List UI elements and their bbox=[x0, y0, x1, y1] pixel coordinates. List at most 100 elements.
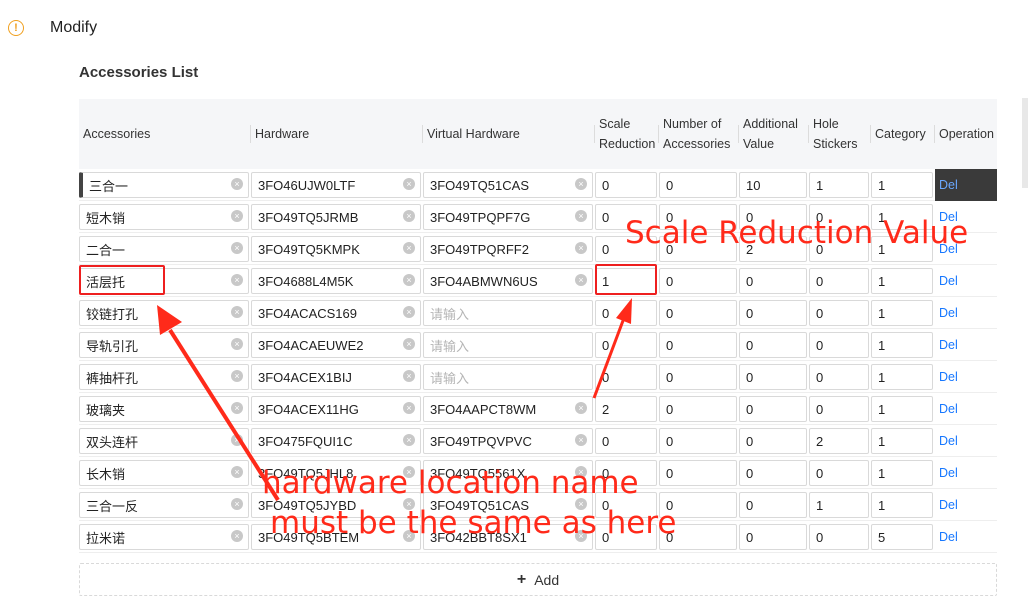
delete-link[interactable]: Del bbox=[935, 265, 997, 297]
accessories-input[interactable]: 长木销 bbox=[79, 460, 249, 486]
accessories-input[interactable]: 短木销 bbox=[79, 204, 249, 230]
delete-link[interactable]: Del bbox=[935, 297, 997, 329]
accessories-input[interactable]: 二合一 bbox=[79, 236, 249, 262]
clear-icon[interactable]: × bbox=[575, 210, 587, 222]
clear-icon[interactable]: × bbox=[575, 434, 587, 446]
clear-icon[interactable]: × bbox=[231, 402, 243, 414]
category-input[interactable]: 1 bbox=[871, 172, 933, 198]
category-input[interactable]: 1 bbox=[871, 460, 933, 486]
additional-input[interactable]: 0 bbox=[739, 332, 807, 358]
delete-link[interactable]: Del bbox=[935, 361, 997, 393]
virtual-input[interactable]: 3FO49TPQRFF2 bbox=[423, 236, 593, 262]
hole-input[interactable]: 0 bbox=[809, 364, 869, 390]
clear-icon[interactable]: × bbox=[231, 306, 243, 318]
virtual-input[interactable]: 3FO49TPQVPVC bbox=[423, 428, 593, 454]
clear-icon[interactable]: × bbox=[403, 306, 415, 318]
clear-icon[interactable]: × bbox=[231, 466, 243, 478]
accessories-input[interactable]: 玻璃夹 bbox=[79, 396, 249, 422]
clear-icon[interactable]: × bbox=[231, 178, 243, 190]
add-button[interactable]: + Add bbox=[79, 563, 997, 596]
additional-input[interactable]: 0 bbox=[739, 268, 807, 294]
hardware-input[interactable]: 3FO4ACACS169 bbox=[251, 300, 421, 326]
clear-icon[interactable]: × bbox=[575, 178, 587, 190]
virtual-input[interactable]: 请输入 bbox=[423, 364, 593, 390]
additional-input[interactable]: 0 bbox=[739, 460, 807, 486]
category-input[interactable]: 1 bbox=[871, 268, 933, 294]
hardware-input[interactable]: 3FO475FQUI1C bbox=[251, 428, 421, 454]
clear-icon[interactable]: × bbox=[403, 178, 415, 190]
hole-input[interactable]: 0 bbox=[809, 460, 869, 486]
hole-input[interactable]: 0 bbox=[809, 332, 869, 358]
additional-input[interactable]: 0 bbox=[739, 396, 807, 422]
hole-input[interactable]: 1 bbox=[809, 172, 869, 198]
delete-link[interactable]: Del bbox=[935, 169, 997, 201]
scale-input[interactable]: 0 bbox=[595, 364, 657, 390]
hole-input[interactable]: 2 bbox=[809, 428, 869, 454]
clear-icon[interactable]: × bbox=[403, 338, 415, 350]
clear-icon[interactable]: × bbox=[231, 338, 243, 350]
virtual-input[interactable]: 请输入 bbox=[423, 300, 593, 326]
number-input[interactable]: 0 bbox=[659, 460, 737, 486]
number-input[interactable]: 0 bbox=[659, 268, 737, 294]
virtual-input[interactable]: 请输入 bbox=[423, 332, 593, 358]
hole-input[interactable]: 1 bbox=[809, 492, 869, 518]
additional-input[interactable]: 0 bbox=[739, 428, 807, 454]
number-input[interactable]: 0 bbox=[659, 300, 737, 326]
number-input[interactable]: 0 bbox=[659, 172, 737, 198]
category-input[interactable]: 1 bbox=[871, 396, 933, 422]
hardware-input[interactable]: 3FO49TQ5JRMB bbox=[251, 204, 421, 230]
accessories-input[interactable]: 三合一反 bbox=[79, 492, 249, 518]
hardware-input[interactable]: 3FO46UJW0LTF bbox=[251, 172, 421, 198]
delete-link[interactable]: Del bbox=[935, 393, 997, 425]
scrollbar[interactable] bbox=[1022, 98, 1028, 188]
clear-icon[interactable]: × bbox=[575, 402, 587, 414]
clear-icon[interactable]: × bbox=[231, 498, 243, 510]
delete-link[interactable]: Del bbox=[935, 457, 997, 489]
number-input[interactable]: 0 bbox=[659, 396, 737, 422]
scale-input[interactable]: 0 bbox=[595, 300, 657, 326]
additional-input[interactable]: 0 bbox=[739, 524, 807, 550]
clear-icon[interactable]: × bbox=[403, 370, 415, 382]
delete-link[interactable]: Del bbox=[935, 425, 997, 457]
additional-input[interactable]: 10 bbox=[739, 172, 807, 198]
category-input[interactable]: 1 bbox=[871, 364, 933, 390]
virtual-input[interactable]: 3FO49TQ51CAS bbox=[423, 172, 593, 198]
accessories-input[interactable]: 铰链打孔 bbox=[79, 300, 249, 326]
number-input[interactable]: 0 bbox=[659, 428, 737, 454]
hole-input[interactable]: 0 bbox=[809, 396, 869, 422]
accessories-input[interactable]: 拉米诺 bbox=[79, 524, 249, 550]
hardware-input[interactable]: 3FO4ACEX1BIJ bbox=[251, 364, 421, 390]
additional-input[interactable]: 0 bbox=[739, 364, 807, 390]
clear-icon[interactable]: × bbox=[575, 274, 587, 286]
scale-input[interactable]: 0 bbox=[595, 172, 657, 198]
hardware-input[interactable]: 3FO49TQ5KMPK bbox=[251, 236, 421, 262]
additional-input[interactable]: 0 bbox=[739, 300, 807, 326]
clear-icon[interactable]: × bbox=[403, 434, 415, 446]
clear-icon[interactable]: × bbox=[231, 210, 243, 222]
clear-icon[interactable]: × bbox=[575, 242, 587, 254]
scale-input[interactable]: 0 bbox=[595, 428, 657, 454]
hardware-input[interactable]: 3FO4ACEX11HG bbox=[251, 396, 421, 422]
scale-input[interactable]: 0 bbox=[595, 332, 657, 358]
hole-input[interactable]: 0 bbox=[809, 300, 869, 326]
scale-input[interactable]: 2 bbox=[595, 396, 657, 422]
hole-input[interactable]: 0 bbox=[809, 524, 869, 550]
additional-input[interactable]: 0 bbox=[739, 492, 807, 518]
accessories-input[interactable]: 裤抽杆孔 bbox=[79, 364, 249, 390]
clear-icon[interactable]: × bbox=[231, 274, 243, 286]
number-input[interactable]: 0 bbox=[659, 364, 737, 390]
clear-icon[interactable]: × bbox=[231, 370, 243, 382]
category-input[interactable]: 5 bbox=[871, 524, 933, 550]
clear-icon[interactable]: × bbox=[231, 530, 243, 542]
virtual-input[interactable]: 3FO49TPQPF7G bbox=[423, 204, 593, 230]
accessories-input[interactable]: 导轨引孔 bbox=[79, 332, 249, 358]
clear-icon[interactable]: × bbox=[403, 210, 415, 222]
hole-input[interactable]: 0 bbox=[809, 268, 869, 294]
hardware-input[interactable]: 3FO4ACAEUWE2 bbox=[251, 332, 421, 358]
category-input[interactable]: 1 bbox=[871, 428, 933, 454]
number-input[interactable]: 0 bbox=[659, 332, 737, 358]
hardware-input[interactable]: 3FO4688L4M5K bbox=[251, 268, 421, 294]
delete-link[interactable]: Del bbox=[935, 329, 997, 361]
accessories-input[interactable]: 双头连杆 bbox=[79, 428, 249, 454]
category-input[interactable]: 1 bbox=[871, 332, 933, 358]
